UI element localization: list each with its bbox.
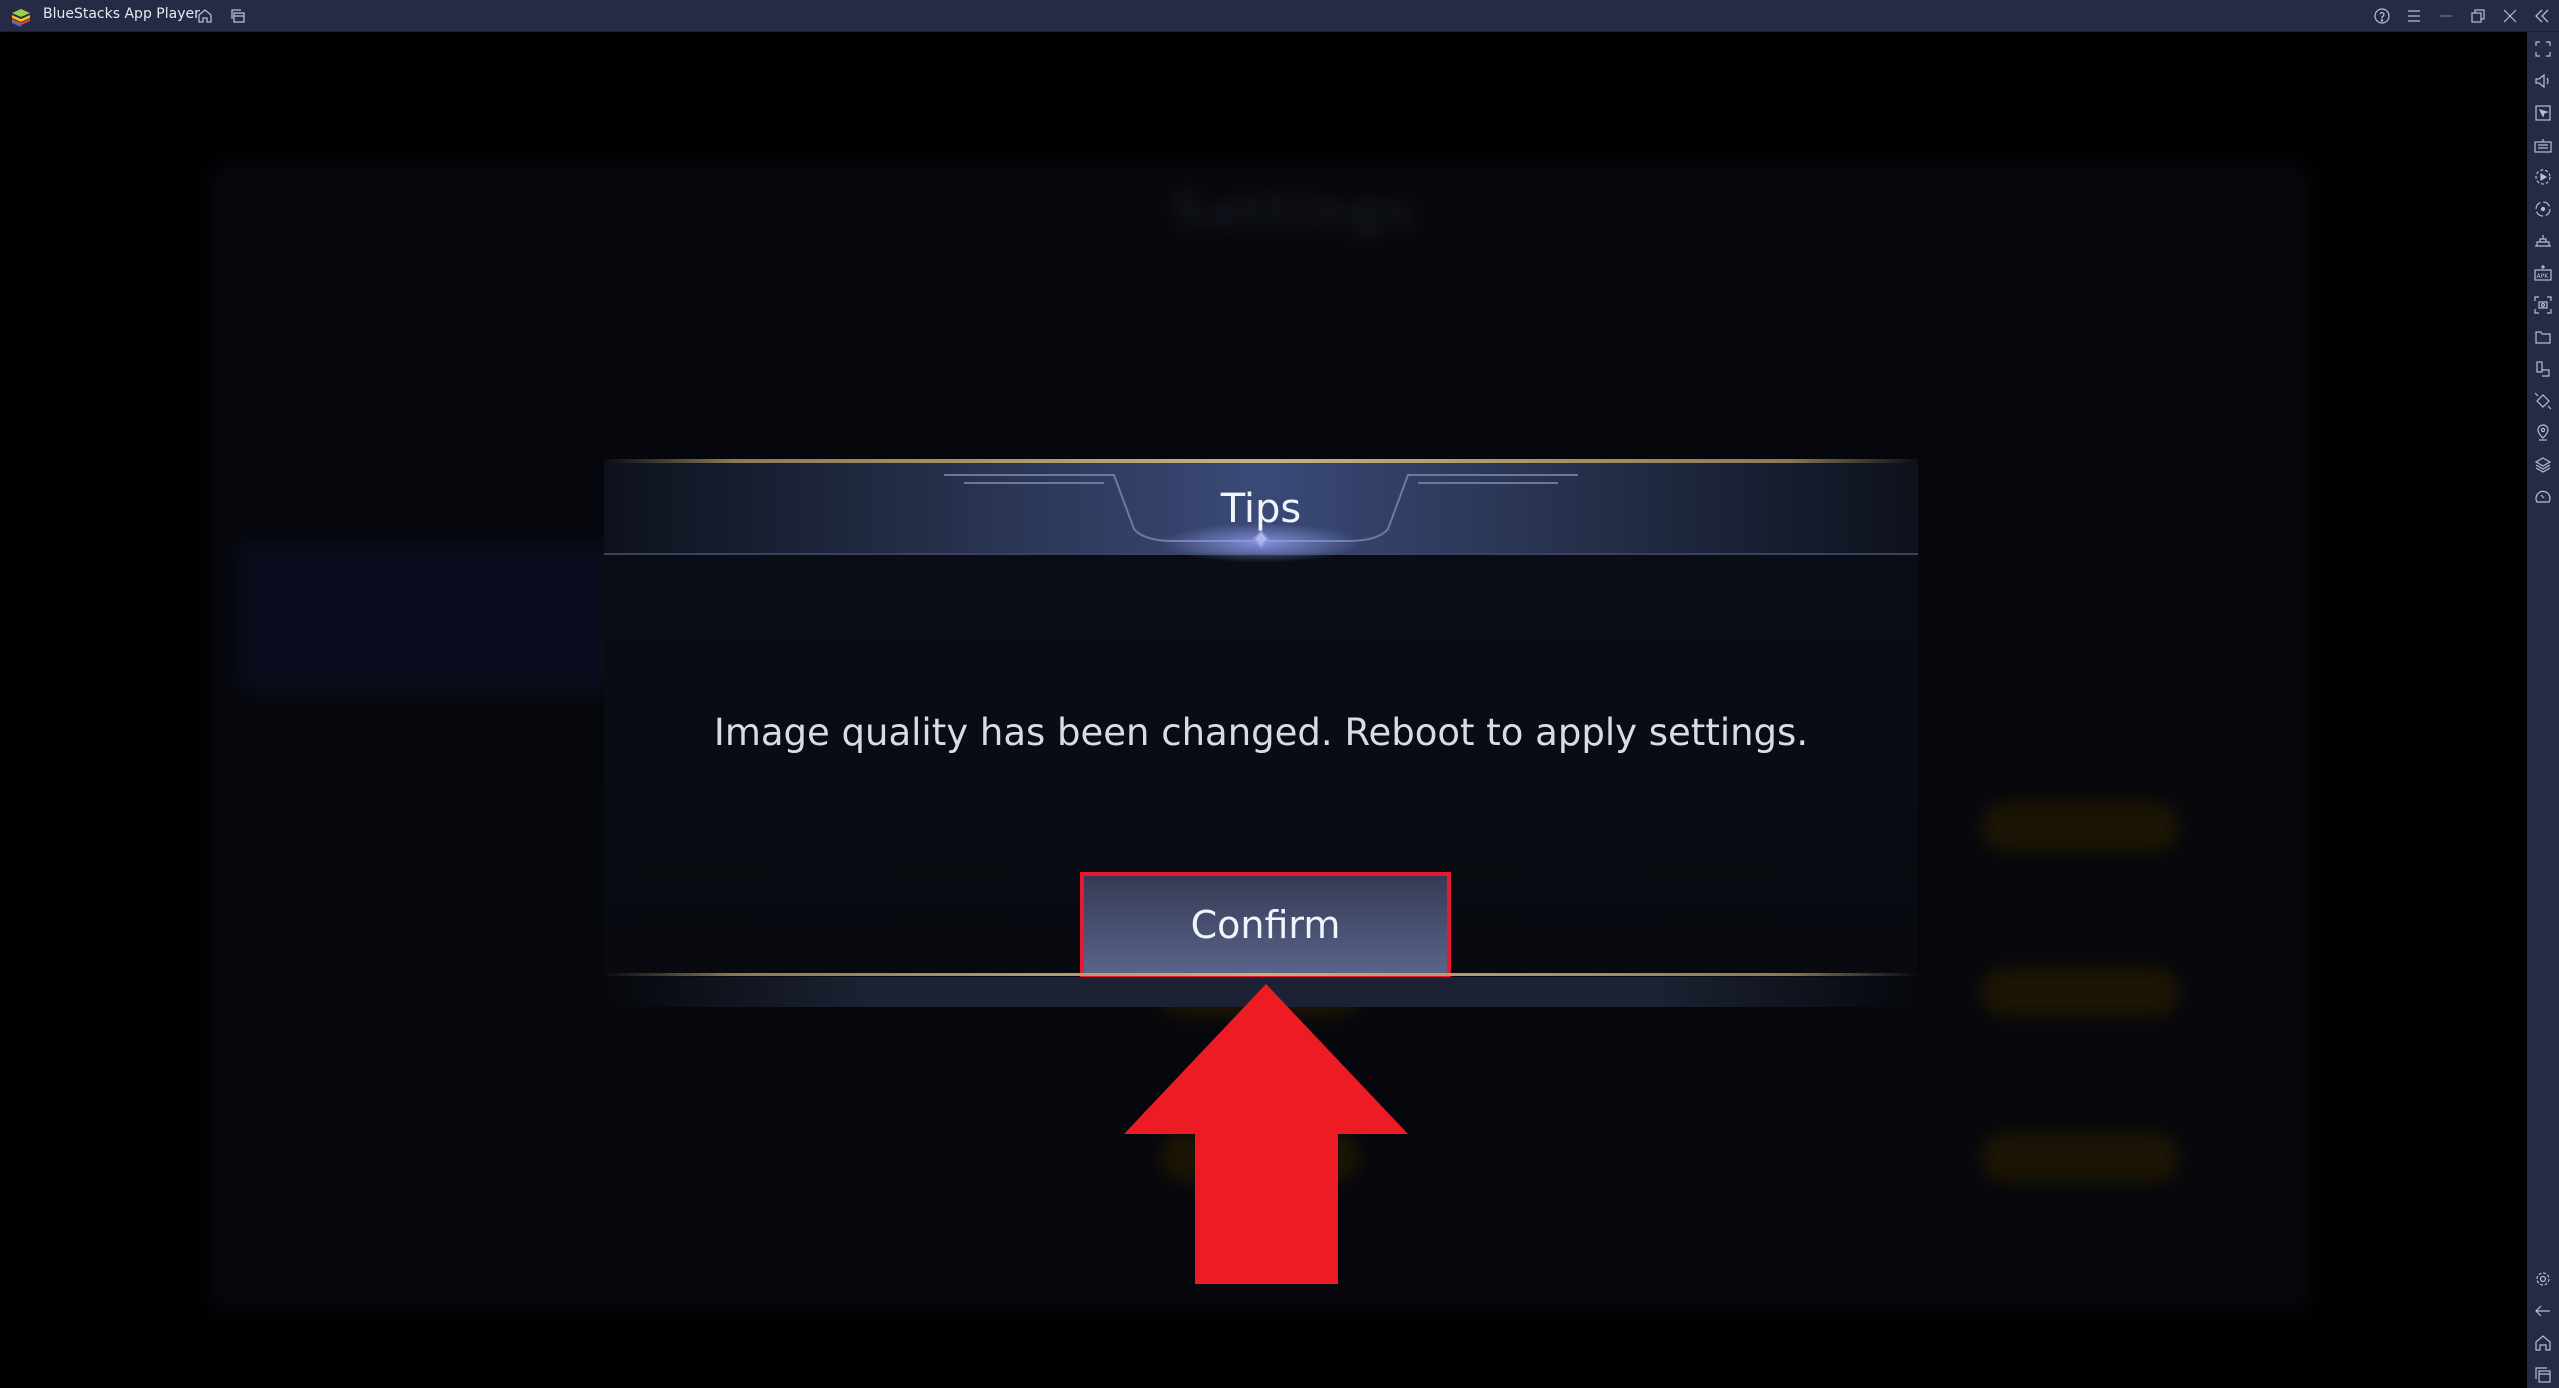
performance-icon[interactable] [2534,488,2552,506]
collapse-sidebar-icon[interactable] [2532,6,2552,26]
tips-dialog: Tips Image quality has been changed. Reb… [604,459,1918,1007]
close-icon[interactable] [2500,6,2520,26]
install-apk-icon[interactable]: APK [2534,264,2552,282]
rotate-icon[interactable] [2534,392,2552,410]
back-icon[interactable] [2534,1302,2552,1320]
menu-icon[interactable] [2404,6,2424,26]
volume-icon[interactable] [2534,72,2552,90]
folder-icon[interactable] [2534,328,2552,346]
red-arrow-up-icon [1124,984,1408,1284]
record-icon[interactable] [2534,200,2552,218]
multi-instance-icon[interactable] [228,6,248,26]
home-icon[interactable] [195,6,215,26]
macro-play-icon[interactable] [2534,168,2552,186]
app-title: BlueStacks App Player [43,6,200,22]
dialog-header: Tips [604,463,1918,563]
minimize-icon[interactable] [2436,6,2456,26]
pointer-icon[interactable] [2534,104,2552,122]
settings-icon[interactable] [2534,1270,2552,1288]
restore-icon[interactable] [2468,6,2488,26]
layers-icon[interactable] [2534,456,2552,474]
fullscreen-icon[interactable] [2534,40,2552,58]
screenshot-icon[interactable] [2534,296,2552,314]
confirm-button-label: Confirm [1190,902,1341,947]
game-viewport[interactable]: Settings Tips Image quality has been cha… [0,32,2527,1388]
home-icon[interactable] [2534,1334,2552,1352]
background-settings-title: Settings [1170,182,1416,242]
dialog-bottom-border [604,973,1918,976]
dialog-message: Image quality has been changed. Reboot t… [713,711,1809,754]
location-icon[interactable] [2534,424,2552,442]
multi-instance-sync-icon[interactable] [2534,360,2552,378]
bluestacks-logo-icon [10,6,32,28]
help-icon[interactable] [2372,6,2392,26]
keyboard-icon[interactable] [2534,136,2552,154]
recent-apps-icon[interactable] [2534,1366,2552,1384]
svg-text:APK: APK [2537,273,2550,280]
dialog-title: Tips [1220,486,1302,532]
title-bar: BlueStacks App Player [0,0,2559,32]
game-controls-icon[interactable] [2534,232,2552,250]
confirm-button[interactable]: Confirm [1080,872,1451,977]
right-sidebar: APK [2527,32,2559,1388]
